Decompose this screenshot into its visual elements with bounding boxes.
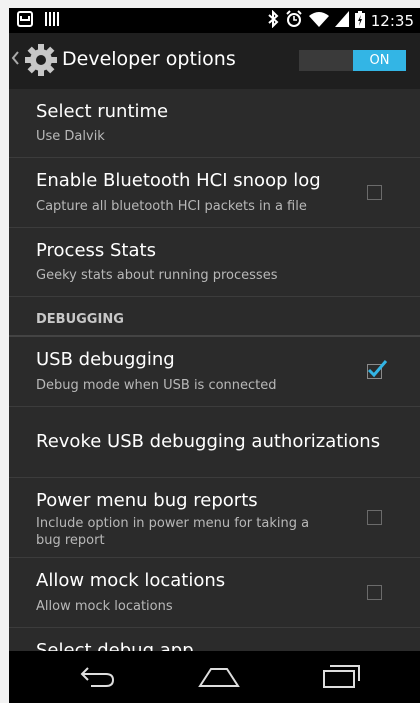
- setting-summary: Geeky stats about running processes: [36, 268, 278, 283]
- setting-title: USB debugging: [36, 349, 175, 370]
- setting-summary: Use Dalvik: [36, 129, 105, 144]
- bluetooth-icon: [267, 9, 279, 32]
- setting-title: Allow mock locations: [36, 570, 226, 591]
- setting-summary: Capture all bluetooth HCI packets in a f…: [36, 199, 307, 214]
- setting-process-stats[interactable]: Process Stats Geeky stats about running …: [9, 228, 420, 297]
- navigation-bar: [9, 651, 420, 703]
- back-icon[interactable]: [79, 665, 117, 693]
- signal-icon: [334, 11, 349, 31]
- phone-screen: 12:35 Developer options ON Select runtim…: [9, 8, 420, 703]
- setting-title: Select runtime: [36, 101, 169, 122]
- setting-title: Power menu bug reports: [36, 490, 258, 511]
- toggle-on-label: ON: [353, 50, 406, 71]
- setting-power-menu-bug-reports[interactable]: Power menu bug reports Include option in…: [9, 478, 420, 558]
- setting-usb-debugging[interactable]: USB debugging Debug mode when USB is con…: [9, 337, 420, 407]
- setting-select-runtime[interactable]: Select runtime Use Dalvik: [9, 89, 420, 158]
- setting-title: Revoke USB debugging authorizations: [36, 431, 381, 452]
- home-icon[interactable]: [197, 665, 241, 693]
- barcode-icon: [45, 11, 59, 31]
- section-header-debugging: DEBUGGING: [9, 309, 420, 337]
- setting-summary: Debug mode when USB is connected: [36, 378, 277, 393]
- setting-allow-mock-locations[interactable]: Allow mock locations Allow mock location…: [9, 558, 420, 628]
- setting-summary-line1: Include option in power menu for taking …: [36, 516, 310, 531]
- settings-gear-icon[interactable]: [24, 43, 58, 81]
- setting-title: Enable Bluetooth HCI snoop log: [36, 170, 321, 191]
- mock-locations-checkbox[interactable]: [367, 585, 382, 600]
- setting-bluetooth-hci-log[interactable]: Enable Bluetooth HCI snoop log Capture a…: [9, 158, 420, 228]
- usb-debugging-checkbox[interactable]: [367, 360, 388, 379]
- setting-revoke-usb-authorizations[interactable]: Revoke USB debugging authorizations: [9, 407, 420, 478]
- recent-apps-icon[interactable]: [322, 663, 362, 693]
- clock: 12:35: [370, 12, 414, 30]
- battery-icon: [354, 10, 365, 32]
- notification-icon: [17, 11, 33, 31]
- action-bar: Developer options ON: [9, 33, 420, 89]
- wifi-icon: [308, 11, 329, 31]
- setting-summary: Allow mock locations: [36, 599, 173, 614]
- power-menu-bug-checkbox[interactable]: [367, 510, 382, 525]
- up-caret-icon[interactable]: [11, 50, 19, 69]
- developer-options-toggle[interactable]: ON: [299, 50, 406, 71]
- section-title: DEBUGGING: [36, 312, 124, 327]
- page-title: Developer options: [62, 48, 236, 70]
- checkmark-icon: [367, 360, 388, 378]
- alarm-icon: [285, 10, 303, 32]
- setting-title: Process Stats: [36, 240, 156, 261]
- setting-summary-line2: bug report: [36, 533, 105, 548]
- status-bar: 12:35: [9, 8, 420, 33]
- bluetooth-hci-checkbox[interactable]: [367, 185, 382, 200]
